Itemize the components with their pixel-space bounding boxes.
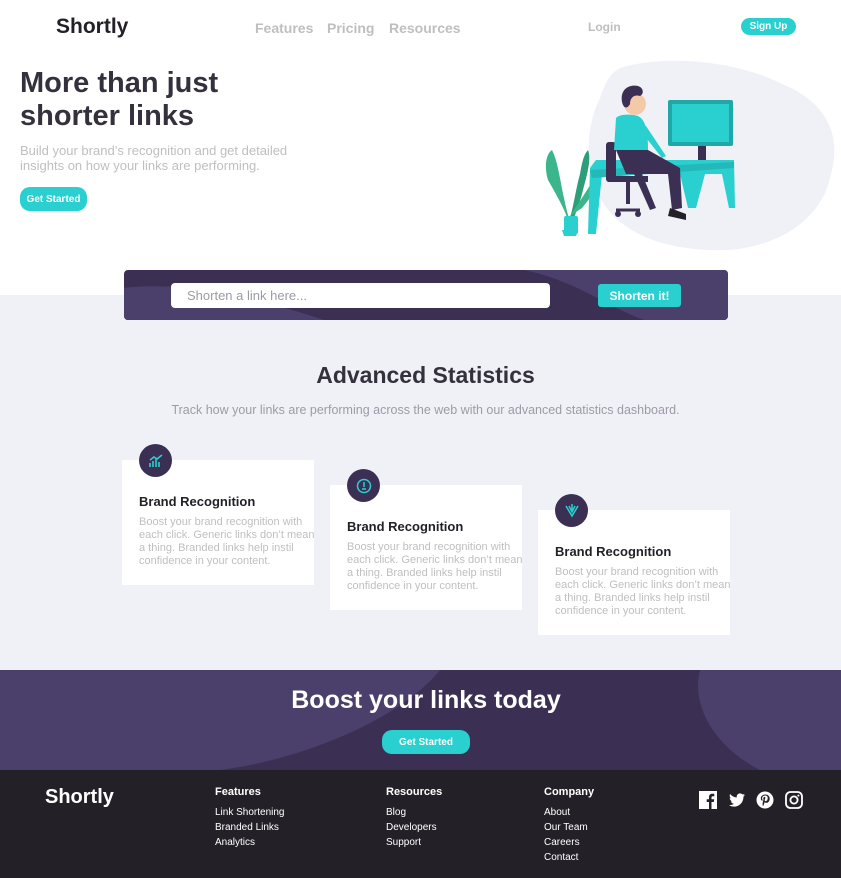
- feature-card-title: Brand Recognition: [555, 544, 672, 559]
- login-link[interactable]: Login: [588, 20, 621, 34]
- hero-title: More than just shorter links: [20, 67, 219, 132]
- fully-customizable-icon: [555, 494, 588, 527]
- hero-get-started-button[interactable]: Get Started: [20, 187, 87, 211]
- footer-column-features: Features Link Shortening Branded Links A…: [215, 786, 285, 850]
- footer-column-resources: Resources Blog Developers Support: [386, 786, 442, 850]
- footer-column-company: Company About Our Team Careers Contact: [544, 786, 594, 865]
- facebook-icon[interactable]: [699, 791, 717, 809]
- boost-title: Boost your links today: [291, 686, 561, 714]
- feature-card: Brand Recognition Boost your brand recog…: [538, 494, 731, 635]
- nav-link-pricing[interactable]: Pricing: [327, 20, 374, 36]
- feature-card-title: Brand Recognition: [139, 494, 256, 509]
- feature-card-text: Boost your brand recognition with each c…: [555, 566, 731, 617]
- stats-title: Advanced Statistics: [316, 362, 535, 388]
- footer-link[interactable]: Support: [386, 835, 442, 850]
- pinterest-icon[interactable]: [756, 791, 774, 809]
- twitter-icon[interactable]: [728, 791, 746, 809]
- footer-link[interactable]: About: [544, 805, 594, 820]
- shorten-url-input[interactable]: Shorten a link here...: [171, 283, 550, 308]
- footer-column-title: Company: [544, 786, 595, 798]
- footer-link[interactable]: Link Shortening: [215, 805, 285, 820]
- footer-link[interactable]: Analytics: [215, 835, 285, 850]
- brand-recognition-icon: [139, 444, 172, 477]
- footer-column-title: Features: [215, 786, 261, 798]
- footer-link[interactable]: Branded Links: [215, 820, 285, 835]
- footer-logo[interactable]: Shortly: [45, 786, 114, 809]
- footer-link[interactable]: Our Team: [544, 820, 594, 835]
- stats-subtitle: Track how your links are performing acro…: [171, 403, 680, 417]
- feature-card-text: Boost your brand recognition with each c…: [139, 516, 315, 567]
- working-illustration: [530, 58, 841, 258]
- detailed-records-icon: [347, 469, 380, 502]
- footer-column-title: Resources: [386, 786, 443, 798]
- feature-card-text: Boost your brand recognition with each c…: [347, 541, 523, 592]
- brand-logo[interactable]: Shortly: [56, 15, 128, 39]
- feature-card: Brand Recognition Boost your brand recog…: [330, 469, 523, 610]
- boost-get-started-button[interactable]: Get Started: [382, 730, 470, 754]
- footer-link[interactable]: Developers: [386, 820, 442, 835]
- footer-link[interactable]: Contact: [544, 850, 594, 865]
- shorten-button[interactable]: Shorten it!: [598, 284, 681, 307]
- signup-button[interactable]: Sign Up: [741, 18, 796, 35]
- footer: Shortly Features Link Shortening Branded…: [0, 770, 841, 878]
- feature-card: Brand Recognition Boost your brand recog…: [122, 444, 315, 585]
- nav-link-features[interactable]: Features: [255, 20, 313, 36]
- footer-link[interactable]: Careers: [544, 835, 594, 850]
- feature-card-title: Brand Recognition: [347, 519, 464, 534]
- boost-section: Boost your links today Get Started: [0, 670, 841, 770]
- nav-link-resources[interactable]: Resources: [389, 20, 461, 36]
- footer-link[interactable]: Blog: [386, 805, 442, 820]
- shorten-form: Shorten a link here... Shorten it!: [124, 270, 728, 320]
- hero-subtitle: Build your brand’s recognition and get d…: [20, 143, 288, 173]
- instagram-icon[interactable]: [785, 791, 803, 809]
